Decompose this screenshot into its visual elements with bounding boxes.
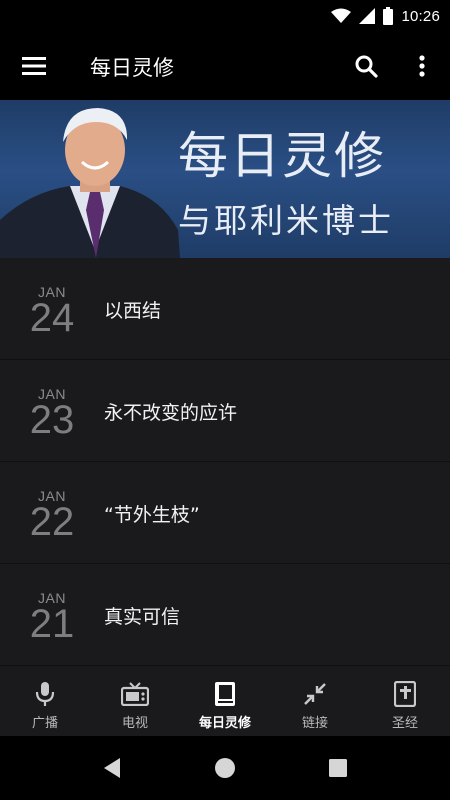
tab-radio[interactable]: 广播 <box>0 668 90 736</box>
search-icon <box>355 55 378 78</box>
status-icons: 10:26 <box>331 6 440 26</box>
devotion-title: “节外生枝” <box>104 504 200 526</box>
search-button[interactable] <box>346 46 386 86</box>
speaker-portrait <box>0 108 180 258</box>
devotional-banner: 每日灵修 与耶利米博士 <box>0 100 450 258</box>
battery-icon <box>383 7 394 25</box>
devotion-list: JAN 24 以西结 JAN 23 永不改变的应许 JAN 22 “节外生枝” … <box>0 258 450 668</box>
menu-icon <box>22 57 46 75</box>
devotion-title: 以西结 <box>104 300 162 322</box>
list-item[interactable]: JAN 23 永不改变的应许 <box>0 360 450 462</box>
tab-label: 圣经 <box>391 716 418 731</box>
bottom-navigation: 广播 电视 每日灵修 链接 圣经 <box>0 668 450 736</box>
home-button[interactable] <box>209 752 241 784</box>
tab-links[interactable]: 链接 <box>270 668 360 736</box>
bible-icon <box>391 680 419 708</box>
app-bar: 每日灵修 <box>0 32 450 100</box>
recents-icon <box>329 759 347 777</box>
tab-daily-devotional[interactable]: 每日灵修 <box>180 668 270 736</box>
tab-label: 广播 <box>31 716 58 731</box>
banner-title: 每日灵修 <box>178 127 386 185</box>
connect-icon <box>301 680 329 708</box>
date-day: 23 <box>29 398 75 442</box>
list-item[interactable]: JAN 22 “节外生枝” <box>0 462 450 564</box>
more-options-button[interactable] <box>402 46 442 86</box>
date-day: 24 <box>29 296 75 340</box>
status-time: 10:26 <box>401 7 440 25</box>
tab-tv[interactable]: 电视 <box>90 668 180 736</box>
date-day: 21 <box>29 602 75 646</box>
wifi-icon <box>331 8 352 23</box>
tab-label: 每日灵修 <box>198 716 251 731</box>
back-button[interactable] <box>96 752 128 784</box>
banner-subtitle: 与耶利米博士 <box>178 201 394 240</box>
system-navigation-bar <box>0 736 450 800</box>
home-icon <box>215 758 235 778</box>
devotion-title: 永不改变的应许 <box>104 402 238 424</box>
more-vert-icon <box>419 55 425 77</box>
devotion-title: 真实可信 <box>104 606 181 628</box>
tv-icon <box>121 680 149 708</box>
status-bar: 10:26 <box>0 0 450 32</box>
page-title: 每日灵修 <box>90 56 174 80</box>
list-item[interactable]: JAN 21 真实可信 <box>0 564 450 666</box>
recents-button[interactable] <box>322 752 354 784</box>
tab-bible[interactable]: 圣经 <box>360 668 450 736</box>
back-icon <box>104 758 120 778</box>
menu-button[interactable] <box>14 46 54 86</box>
list-item[interactable]: JAN 24 以西结 <box>0 258 450 360</box>
microphone-icon <box>31 680 59 708</box>
signal-icon <box>359 8 376 24</box>
date-day: 22 <box>29 500 75 544</box>
tab-label: 电视 <box>121 716 148 731</box>
tab-label: 链接 <box>301 716 328 731</box>
book-icon <box>211 680 239 708</box>
